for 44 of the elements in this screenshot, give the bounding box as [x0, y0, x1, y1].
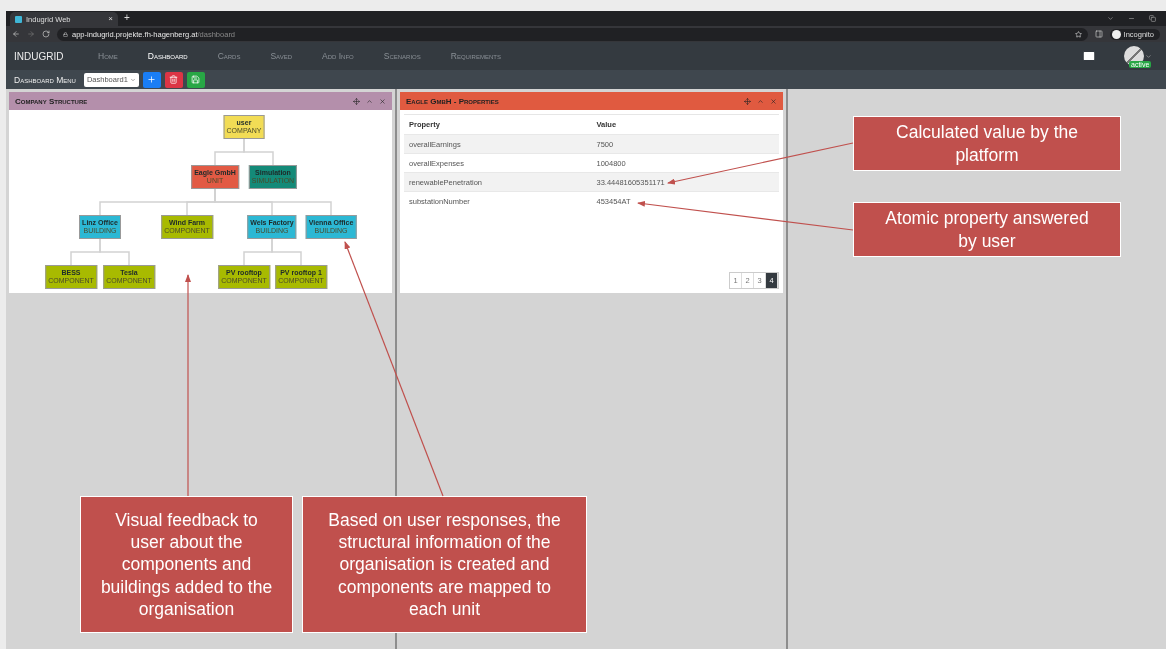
- connector-line: [99, 238, 130, 266]
- close-icon[interactable]: [770, 97, 777, 105]
- lock-icon: [63, 31, 68, 37]
- annotation-callout: Calculated value by the platform: [853, 116, 1121, 171]
- nav-link[interactable]: Scenarios: [383, 51, 421, 61]
- annotation-callout: Visual feedback to user about the components and buildings added to the organisation: [80, 496, 293, 633]
- back-icon[interactable]: [12, 30, 20, 38]
- menu-title: Dashboard Menu: [14, 74, 76, 85]
- forward-icon[interactable]: [27, 30, 35, 38]
- close-icon[interactable]: [379, 97, 386, 105]
- annotation-callout: Based on user responses, the structural information of the organisation is created and components are mapped to each unit: [302, 496, 587, 633]
- panel-title: Company Structure: [15, 96, 89, 106]
- save-button[interactable]: [186, 71, 205, 88]
- panel-title: Eagle GmbH - Properties: [406, 96, 500, 106]
- nav-link[interactable]: Add Info: [322, 51, 354, 61]
- move-icon[interactable]: [744, 97, 751, 105]
- connector-line: [271, 238, 302, 266]
- side-panel-icon[interactable]: [1094, 30, 1103, 38]
- nav-link[interactable]: Dashboard: [147, 51, 188, 61]
- star-icon[interactable]: [1074, 30, 1082, 38]
- nav-link[interactable]: Home: [98, 51, 118, 61]
- reload-icon[interactable]: [42, 30, 50, 38]
- favicon-icon: [15, 15, 22, 23]
- nav-link[interactable]: Cards: [217, 51, 241, 61]
- save-icon: [191, 75, 201, 84]
- new-tab-button[interactable]: +: [124, 13, 130, 23]
- collapse-icon[interactable]: [757, 97, 764, 105]
- brand-logo[interactable]: INDUGRID: [14, 50, 98, 62]
- collapse-icon[interactable]: [366, 97, 373, 105]
- caret-icon[interactable]: [1145, 52, 1152, 60]
- add-button[interactable]: [142, 71, 161, 88]
- chevron-down-icon: [129, 76, 136, 83]
- restore-icon[interactable]: [1149, 15, 1156, 22]
- nav-link[interactable]: Requirements: [450, 51, 501, 61]
- move-icon[interactable]: [353, 97, 360, 105]
- tab-close-button[interactable]: ×: [108, 15, 113, 23]
- trash-icon: [169, 75, 179, 84]
- minimize-icon[interactable]: [1128, 15, 1135, 22]
- plus-icon: [147, 75, 157, 84]
- annotation-callout: Atomic property answered by user: [853, 202, 1121, 257]
- delete-button[interactable]: [164, 71, 183, 88]
- nav-link[interactable]: Saved: [270, 51, 292, 61]
- incognito-icon: [1111, 29, 1121, 39]
- connector-line: [243, 138, 274, 166]
